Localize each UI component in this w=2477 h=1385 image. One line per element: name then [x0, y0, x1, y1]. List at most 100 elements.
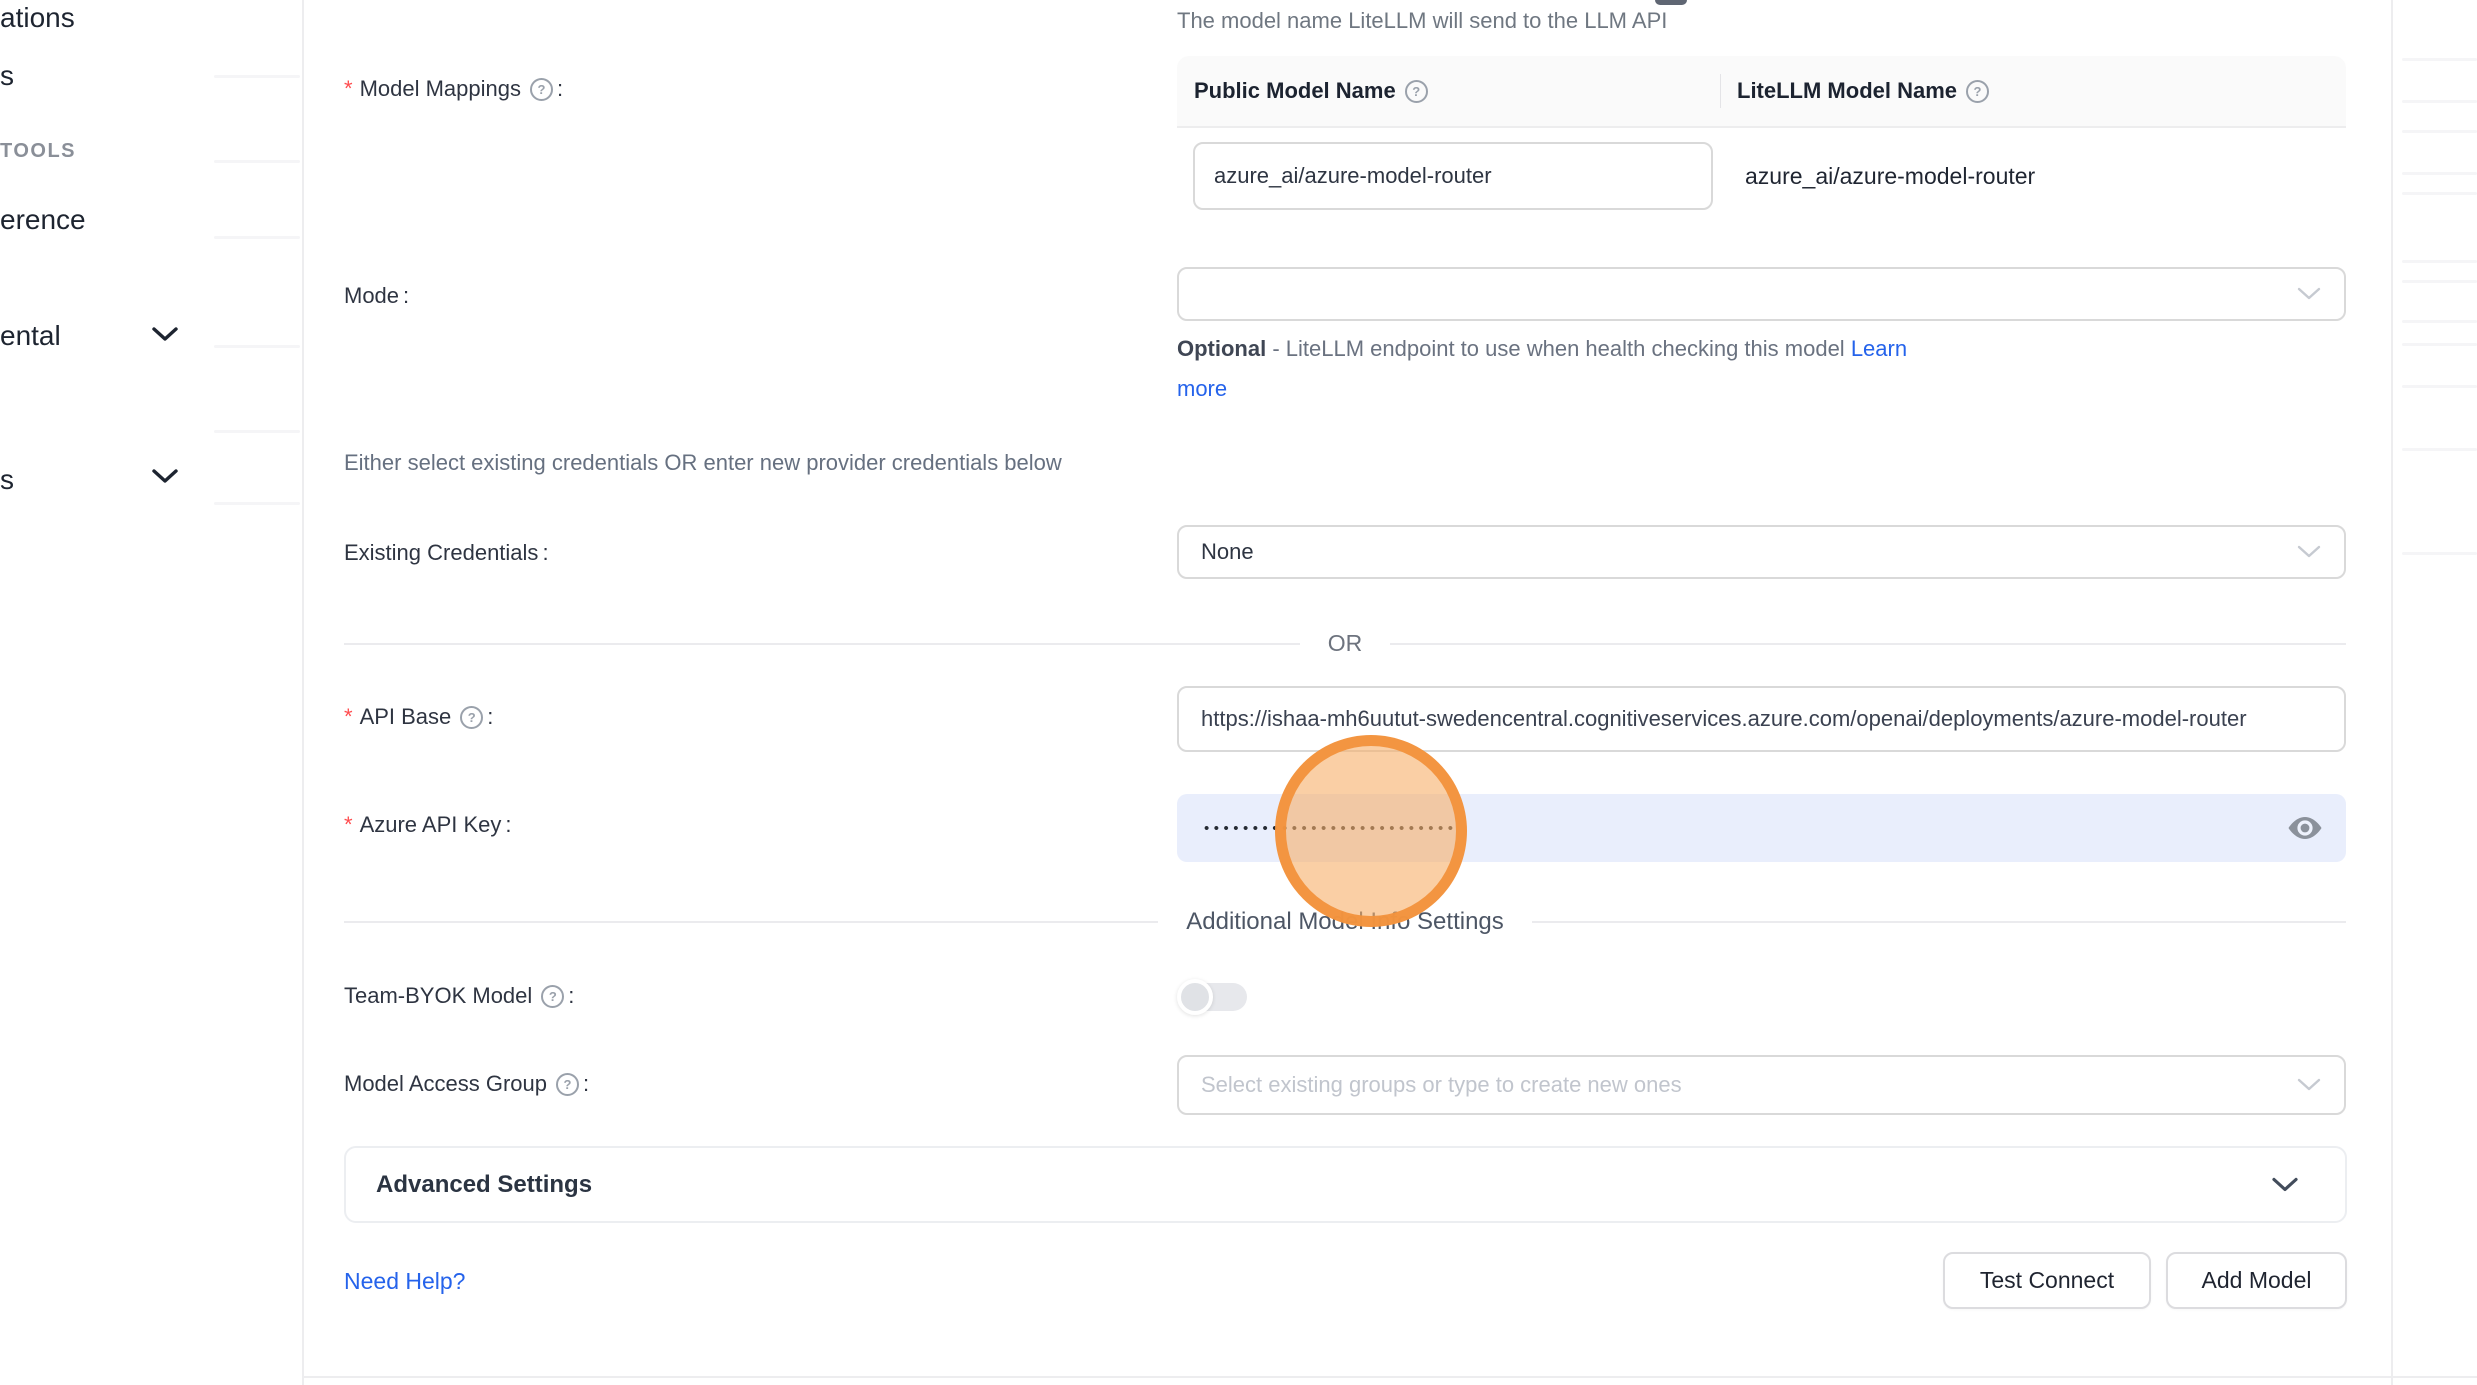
- chevron-down-icon: [2296, 544, 2322, 560]
- table-header-litellm-model: LiteLLM Model Name ?: [1720, 78, 1989, 104]
- background-fragment: [2402, 552, 2477, 555]
- table-header-public-model: Public Model Name ?: [1177, 78, 1720, 104]
- team-byok-toggle[interactable]: [1177, 979, 1249, 1015]
- sidebar-section-label: TOOLS: [0, 140, 76, 163]
- label-colon: :: [403, 283, 409, 309]
- model-access-group-select[interactable]: Select existing groups or type to create…: [1177, 1055, 2346, 1115]
- help-glyph: ?: [564, 1078, 572, 1091]
- help-icon[interactable]: ?: [1405, 80, 1428, 103]
- team-byok-label-text: Team-BYOK Model: [344, 983, 532, 1009]
- label-colon: :: [487, 704, 493, 730]
- background-fragment: [2402, 385, 2477, 388]
- divider-line: [1532, 921, 2346, 923]
- model-access-group-label: Model Access Group ? :: [344, 1071, 589, 1097]
- existing-credentials-label-text: Existing Credentials: [344, 540, 538, 566]
- mode-label-text: Mode: [344, 283, 399, 309]
- existing-credentials-label: Existing Credentials :: [344, 540, 549, 566]
- table-body-row: azure_ai/azure-model-router azure_ai/azu…: [1177, 128, 2346, 224]
- azure-api-key-label-text: Azure API Key: [360, 812, 502, 838]
- help-icon[interactable]: ?: [460, 706, 483, 729]
- label-colon: :: [542, 540, 548, 566]
- clipped-element-fragment: [1655, 0, 1687, 5]
- label-colon: :: [505, 812, 511, 838]
- model-mappings-label-text: Model Mappings: [360, 76, 521, 102]
- chevron-down-icon: [2271, 1176, 2299, 1193]
- required-asterisk: *: [344, 812, 353, 838]
- add-model-button[interactable]: Add Model: [2166, 1252, 2347, 1309]
- help-icon[interactable]: ?: [530, 78, 553, 101]
- content-bottom-border: [302, 1376, 2477, 1378]
- help-icon[interactable]: ?: [1966, 80, 1989, 103]
- background-fragment: [214, 345, 300, 348]
- help-icon[interactable]: ?: [541, 985, 564, 1008]
- learn-more-link[interactable]: more: [1177, 376, 1227, 402]
- sidebar-item[interactable]: s: [0, 60, 14, 92]
- toggle-knob: [1177, 979, 1213, 1015]
- sidebar-item[interactable]: ental: [0, 320, 61, 352]
- model-mappings-table: Public Model Name ? LiteLLM Model Name ?…: [1177, 56, 2346, 224]
- background-fragment: [2402, 58, 2477, 61]
- help-glyph: ?: [549, 990, 557, 1003]
- litellm-model-name-header: LiteLLM Model Name: [1737, 78, 1957, 104]
- public-model-name-input[interactable]: azure_ai/azure-model-router: [1193, 142, 1713, 210]
- sidebar-divider: [302, 0, 304, 1385]
- click-highlight-circle: [1275, 735, 1467, 927]
- model-mappings-label: * Model Mappings ? :: [344, 76, 563, 102]
- content-right-border: [2391, 0, 2393, 1385]
- divider-line: [344, 921, 1158, 923]
- help-glyph: ?: [1412, 85, 1420, 98]
- background-fragment: [2402, 130, 2477, 133]
- background-fragment: [214, 236, 300, 239]
- advanced-settings-title: Advanced Settings: [376, 1171, 592, 1199]
- mode-helper-text: - LiteLLM endpoint to use when health ch…: [1266, 336, 1851, 361]
- api-base-label-text: API Base: [360, 704, 452, 730]
- chevron-down-icon: [2296, 286, 2322, 302]
- mode-select[interactable]: [1177, 267, 2346, 321]
- add-model-form-screen: ations s TOOLS erence ental s The model …: [0, 0, 2477, 1385]
- label-colon: :: [568, 983, 574, 1009]
- background-fragment: [214, 430, 300, 433]
- background-fragment: [214, 75, 300, 78]
- public-model-name-value: azure_ai/azure-model-router: [1195, 163, 1492, 189]
- label-colon: :: [583, 1071, 589, 1097]
- background-fragment: [2402, 192, 2477, 195]
- background-fragment: [214, 502, 300, 505]
- chevron-down-icon[interactable]: [150, 324, 180, 344]
- mode-helper-line1: Optional - LiteLLM endpoint to use when …: [1177, 336, 1907, 362]
- advanced-settings-panel[interactable]: Advanced Settings: [344, 1146, 2347, 1223]
- required-asterisk: *: [344, 76, 353, 102]
- label-colon: :: [557, 76, 563, 102]
- litellm-model-name-value: azure_ai/azure-model-router: [1745, 128, 2035, 224]
- required-asterisk: *: [344, 704, 353, 730]
- learn-more-link[interactable]: Learn: [1851, 336, 1907, 361]
- help-glyph: ?: [468, 711, 476, 724]
- model-access-group-placeholder: Select existing groups or type to create…: [1179, 1072, 1682, 1098]
- or-divider: OR: [344, 630, 2346, 657]
- background-fragment: [2402, 448, 2477, 451]
- need-help-link[interactable]: Need Help?: [344, 1268, 465, 1295]
- mode-label: Mode :: [344, 283, 409, 309]
- credentials-note: Either select existing credentials OR en…: [344, 450, 1062, 476]
- existing-credentials-select[interactable]: None: [1177, 525, 2346, 579]
- divider-line: [344, 643, 1300, 645]
- api-base-label: * API Base ? :: [344, 704, 493, 730]
- api-base-value: https://ishaa-mh6uutut-swedencentral.cog…: [1179, 706, 2247, 732]
- existing-credentials-value: None: [1179, 539, 1254, 565]
- chevron-down-icon[interactable]: [150, 466, 180, 486]
- divider-line: [1390, 643, 2346, 645]
- eye-icon[interactable]: [2286, 815, 2324, 841]
- public-model-name-header: Public Model Name: [1194, 78, 1396, 104]
- sidebar-item[interactable]: erence: [0, 204, 86, 236]
- help-icon[interactable]: ?: [556, 1073, 579, 1096]
- table-header-separator: [1720, 74, 1721, 108]
- chevron-down-icon: [2296, 1077, 2322, 1093]
- background-fragment: [2402, 172, 2477, 175]
- model-access-group-label-text: Model Access Group: [344, 1071, 547, 1097]
- table-header-row: Public Model Name ? LiteLLM Model Name ?: [1177, 56, 2346, 128]
- help-glyph: ?: [1974, 85, 1982, 98]
- sidebar-item[interactable]: s: [0, 464, 14, 496]
- test-connect-button[interactable]: Test Connect: [1943, 1252, 2151, 1309]
- model-name-helper-text: The model name LiteLLM will send to the …: [1177, 8, 1667, 34]
- sidebar-item[interactable]: ations: [0, 2, 75, 34]
- background-fragment: [2402, 260, 2477, 263]
